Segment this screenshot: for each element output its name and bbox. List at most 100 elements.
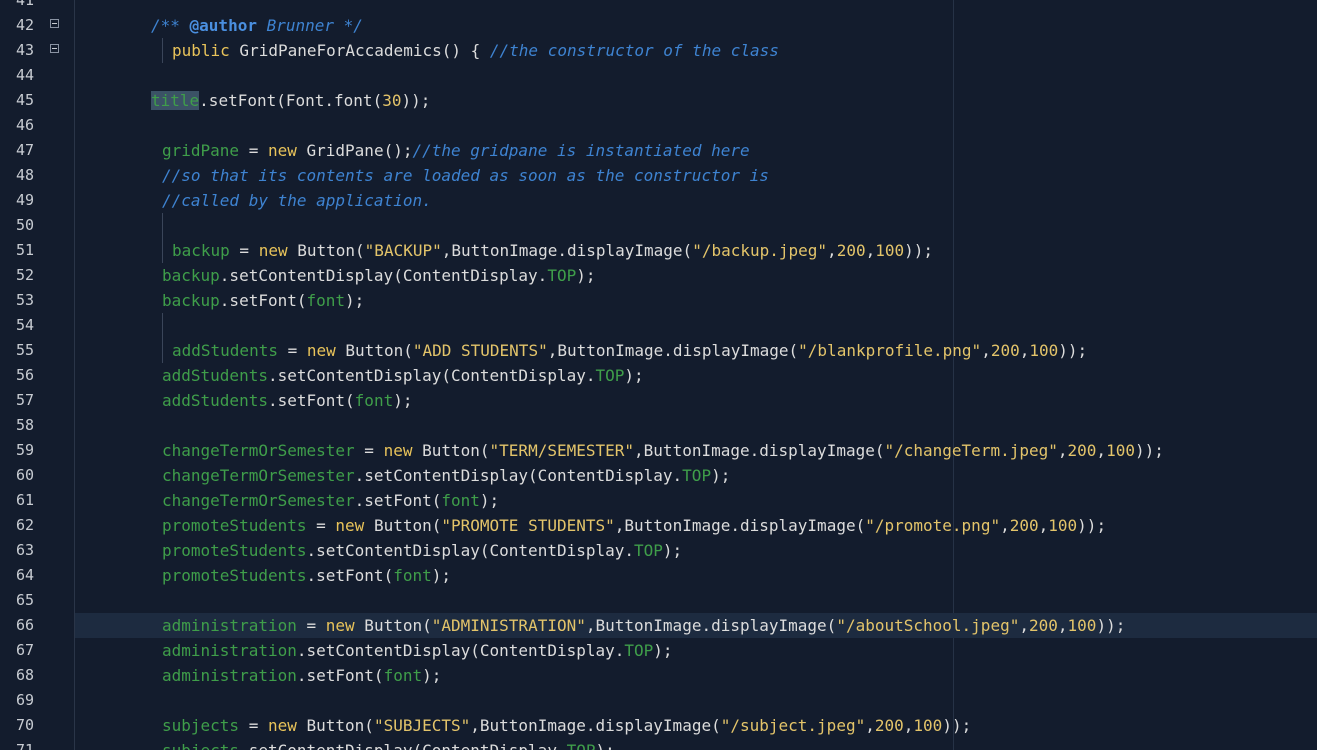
code-line[interactable]: 45 title.setFont(Font.font(30)); (0, 88, 1317, 113)
code-line[interactable]: 61 changeTermOrSemester.setFont(font); (0, 488, 1317, 513)
code-line[interactable]: 70 subjects = new Button("SUBJECTS",Butto… (0, 713, 1317, 738)
code-line[interactable]: 46 (0, 113, 1317, 138)
code-text[interactable]: addStudents.setContentDisplay(ContentDis… (162, 363, 644, 388)
code-text[interactable]: promoteStudents.setContentDisplay(Conten… (162, 538, 682, 563)
code-token-comment: /** (151, 16, 190, 35)
code-text[interactable]: administration.setFont(font); (162, 663, 441, 688)
code-token-plain: Button( (287, 241, 365, 260)
code-text[interactable]: /** @author Brunner */ (151, 13, 363, 38)
code-token-plain: ); (711, 466, 731, 485)
code-line[interactable]: 52 backup.setContentDisplay(ContentDispla… (0, 263, 1317, 288)
code-line[interactable]: 64 promoteStudents.setFont(font); (0, 563, 1317, 588)
code-line[interactable]: 69 (0, 688, 1317, 713)
code-line-content[interactable]: /** @author Brunner */ (75, 13, 1317, 38)
code-line-content[interactable]: changeTermOrSemester.setFont(font); (75, 488, 1317, 513)
code-line[interactable]: 54 (0, 313, 1317, 338)
code-line-content[interactable] (75, 413, 1317, 438)
code-line-content[interactable]: promoteStudents = new Button("PROMOTE ST… (75, 513, 1317, 538)
code-text[interactable]: subjects.setContentDisplay(ContentDispla… (162, 738, 615, 750)
code-text[interactable]: public GridPaneForAccademics() { //the c… (172, 38, 779, 63)
code-line[interactable]: 41 (0, 0, 1317, 13)
code-line-content[interactable]: administration.setContentDisplay(Content… (75, 638, 1317, 663)
code-text[interactable]: gridPane = new GridPane();//the gridpane… (162, 138, 750, 163)
code-line-content[interactable] (75, 0, 1317, 13)
fold-collapse-icon[interactable] (50, 44, 59, 53)
code-text[interactable]: changeTermOrSemester = new Button("TERM/… (162, 438, 1164, 463)
code-line-content[interactable]: changeTermOrSemester.setContentDisplay(C… (75, 463, 1317, 488)
code-line-content[interactable] (75, 588, 1317, 613)
code-line-content[interactable]: administration = new Button("ADMINISTRAT… (75, 613, 1317, 638)
code-line-content[interactable]: subjects = new Button("SUBJECTS",ButtonI… (75, 713, 1317, 738)
code-line-content[interactable]: title.setFont(Font.font(30)); (75, 88, 1317, 113)
code-text[interactable]: backup = new Button("BACKUP",ButtonImage… (172, 238, 933, 263)
code-line-content[interactable]: promoteStudents.setFont(font); (75, 563, 1317, 588)
code-line[interactable]: 50 (0, 213, 1317, 238)
code-line-content[interactable]: changeTermOrSemester = new Button("TERM/… (75, 438, 1317, 463)
code-token-plain: = (277, 341, 307, 360)
code-line-content[interactable]: promoteStudents.setContentDisplay(Conten… (75, 538, 1317, 563)
code-line-content[interactable]: addStudents.setFont(font); (75, 388, 1317, 413)
code-line-content[interactable]: public GridPaneForAccademics() { //the c… (75, 38, 1317, 63)
code-text[interactable]: //so that its contents are loaded as soo… (162, 163, 769, 188)
code-line[interactable]: 47 gridPane = new GridPane();//the gridpa… (0, 138, 1317, 163)
code-text[interactable]: administration.setContentDisplay(Content… (162, 638, 673, 663)
code-line-content[interactable]: addStudents.setContentDisplay(ContentDis… (75, 363, 1317, 388)
code-line[interactable]: 44 (0, 63, 1317, 88)
code-line[interactable]: 66 administration = new Button("ADMINISTR… (0, 613, 1317, 638)
code-line[interactable]: 65 (0, 588, 1317, 613)
code-line-content[interactable]: //so that its contents are loaded as soo… (75, 163, 1317, 188)
code-line-content[interactable]: backup.setContentDisplay(ContentDisplay.… (75, 263, 1317, 288)
code-line-content[interactable]: backup = new Button("BACKUP",ButtonImage… (75, 238, 1317, 263)
code-text[interactable]: promoteStudents = new Button("PROMOTE ST… (162, 513, 1106, 538)
code-line-content[interactable]: backup.setFont(font); (75, 288, 1317, 313)
code-text[interactable]: promoteStudents.setFont(font); (162, 563, 451, 588)
code-text[interactable]: changeTermOrSemester.setContentDisplay(C… (162, 463, 730, 488)
fold-collapse-icon[interactable] (50, 19, 59, 28)
code-line-content[interactable]: subjects.setContentDisplay(ContentDispla… (75, 738, 1317, 750)
code-line-content[interactable] (75, 63, 1317, 88)
code-token-comment: //called by the application. (162, 191, 432, 210)
code-line[interactable]: 62 promoteStudents = new Button("PROMOTE … (0, 513, 1317, 538)
code-line-content[interactable]: addStudents = new Button("ADD STUDENTS",… (75, 338, 1317, 363)
code-line-content[interactable] (75, 113, 1317, 138)
code-line[interactable]: 57 addStudents.setFont(font); (0, 388, 1317, 413)
code-token-field: backup (162, 291, 220, 310)
code-line[interactable]: 58 (0, 413, 1317, 438)
code-line[interactable]: 55 addStudents = new Button("ADD STUDENTS… (0, 338, 1317, 363)
code-line-content[interactable] (75, 688, 1317, 713)
code-text[interactable]: addStudents.setFont(font); (162, 388, 412, 413)
code-line-content[interactable] (75, 213, 1317, 238)
indent-guide (162, 213, 163, 238)
code-line[interactable]: 42 /** @author Brunner */ (0, 13, 1317, 38)
code-line[interactable]: 60 changeTermOrSemester.setContentDisplay… (0, 463, 1317, 488)
code-line-content[interactable]: administration.setFont(font); (75, 663, 1317, 688)
code-line[interactable]: 49 //called by the application. (0, 188, 1317, 213)
code-line[interactable]: 43 public GridPaneForAccademics() { //the… (0, 38, 1317, 63)
code-line-content[interactable]: gridPane = new GridPane();//the gridpane… (75, 138, 1317, 163)
code-line[interactable]: 56 addStudents.setContentDisplay(ContentD… (0, 363, 1317, 388)
code-text[interactable]: addStudents = new Button("ADD STUDENTS",… (172, 338, 1087, 363)
code-text[interactable]: backup.setFont(font); (162, 288, 364, 313)
code-token-plain: , (903, 716, 914, 735)
code-text[interactable]: //called by the application. (162, 188, 432, 213)
code-line-content[interactable] (75, 313, 1317, 338)
code-text[interactable]: title.setFont(Font.font(30)); (151, 88, 430, 113)
code-line[interactable]: 67 administration.setContentDisplay(Conte… (0, 638, 1317, 663)
code-text[interactable]: changeTermOrSemester.setFont(font); (162, 488, 499, 513)
code-text[interactable]: backup.setContentDisplay(ContentDisplay.… (162, 263, 595, 288)
code-editor[interactable]: 41 42 /** @author Brunner */ 43 public GridP… (0, 0, 1317, 750)
code-line[interactable]: 68 administration.setFont(font); (0, 663, 1317, 688)
code-token-plain: , (1096, 441, 1107, 460)
code-line[interactable]: 59 changeTermOrSemester = new Button("TER… (0, 438, 1317, 463)
code-line[interactable]: 63 promoteStudents.setContentDisplay(Cont… (0, 538, 1317, 563)
code-line[interactable]: 71 subjects.setContentDisplay(ContentDisp… (0, 738, 1317, 750)
code-line-content[interactable]: //called by the application. (75, 188, 1317, 213)
code-text[interactable]: subjects = new Button("SUBJECTS",ButtonI… (162, 713, 971, 738)
code-text[interactable]: administration = new Button("ADMINISTRAT… (162, 613, 1125, 638)
code-line[interactable]: 53 backup.setFont(font); (0, 288, 1317, 313)
code-line[interactable]: 51 backup = new Button("BACKUP",ButtonIma… (0, 238, 1317, 263)
code-token-plain: = (296, 616, 326, 635)
code-token-plain: .setContentDisplay(ContentDisplay. (239, 741, 567, 750)
code-line[interactable]: 48 //so that its contents are loaded as s… (0, 163, 1317, 188)
code-token-kw: new (383, 441, 413, 460)
